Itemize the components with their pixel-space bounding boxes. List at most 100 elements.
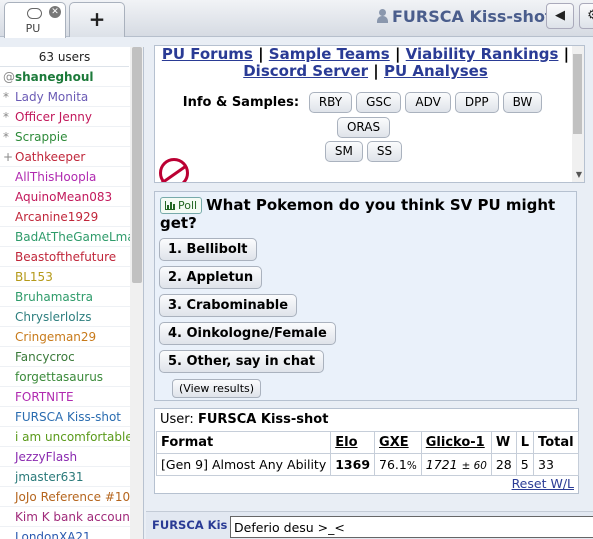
user-name: BL153 bbox=[15, 270, 53, 284]
ladder-row: [Gen 9] Almost Any Ability 1369 76.1% 17… bbox=[155, 453, 579, 476]
col-glicko-label: Glicko-1 bbox=[425, 435, 485, 450]
chat-bar: FURSCA Kiss-shot bbox=[146, 511, 593, 539]
sample-bw-button[interactable]: BW bbox=[502, 92, 543, 113]
col-l: L bbox=[515, 431, 535, 454]
col-total: Total bbox=[533, 431, 579, 454]
user-name: Cringeman29 bbox=[15, 330, 97, 344]
user-name: forgettasaurus bbox=[15, 370, 104, 384]
intro-scroll-thumb[interactable] bbox=[573, 54, 582, 134]
link-pu-forums[interactable]: PU Forums bbox=[162, 46, 253, 63]
user-list-item[interactable]: FURSCA Kiss-shot bbox=[0, 407, 130, 427]
link-viability-rankings[interactable]: Viability Rankings bbox=[406, 46, 559, 63]
row-l: 5 bbox=[515, 453, 535, 476]
user-name: JezzyFlash bbox=[15, 450, 78, 464]
sound-button[interactable]: ◀ bbox=[546, 3, 574, 29]
poll-option-3[interactable]: 3. Crabominable bbox=[159, 294, 298, 317]
new-room-tab[interactable]: + bbox=[69, 2, 125, 37]
user-rank: + bbox=[3, 150, 14, 164]
user-list-item[interactable]: * Officer Jenny bbox=[0, 107, 130, 127]
options-button[interactable]: ⚙ bbox=[579, 3, 593, 29]
close-tab-icon[interactable]: ✕ bbox=[49, 6, 61, 18]
link-pu-analyses[interactable]: PU Analyses bbox=[384, 62, 488, 80]
sample-oras-button[interactable]: ORAS bbox=[336, 117, 391, 138]
user-list-item[interactable]: Cringeman29 bbox=[0, 327, 130, 347]
user-list-item[interactable]: + Oathkeeper bbox=[0, 147, 130, 167]
tab-pu-room[interactable]: ✕ PU bbox=[4, 2, 66, 38]
link-separator: | bbox=[394, 45, 401, 63]
poll-option-1[interactable]: 1. Bellibolt bbox=[159, 238, 257, 261]
sample-ss-button[interactable]: SS bbox=[366, 141, 403, 162]
poll-option-2[interactable]: 2. Appletun bbox=[159, 266, 263, 289]
poll-badge: Poll bbox=[160, 197, 203, 214]
user-list-item[interactable]: LondonXA21 bbox=[0, 527, 130, 539]
samples-label: Info & Samples: bbox=[182, 95, 300, 110]
user-list-item[interactable]: * Lady Monita bbox=[0, 87, 130, 107]
sample-dpp-button[interactable]: DPP bbox=[454, 92, 499, 113]
chat-bubble-icon bbox=[27, 8, 42, 19]
col-glicko[interactable]: Glicko-1 bbox=[420, 431, 492, 454]
user-name: LondonXA21 bbox=[15, 530, 91, 539]
user-name: AquinoMean083 bbox=[15, 190, 113, 204]
link-sample-teams[interactable]: Sample Teams bbox=[269, 46, 390, 63]
row-gxe: 76.1% bbox=[374, 453, 422, 476]
user-name: AllThisHoopla bbox=[15, 170, 97, 184]
user-list-item[interactable]: Kim K bank account bbox=[0, 507, 130, 527]
chat-username[interactable]: FURSCA Kiss-shot bbox=[152, 518, 228, 532]
gear-icon: ⚙ bbox=[587, 8, 593, 23]
header-bar: ✕ PU + FURSCA Kiss-shot ◀ ⚙ bbox=[0, 0, 593, 38]
user-list-item[interactable]: BadAtTheGameLmao bbox=[0, 227, 130, 247]
user-list-item[interactable]: forgettasaurus bbox=[0, 367, 130, 387]
user-list-item[interactable]: Beastofthefuture bbox=[0, 247, 130, 267]
ladder-table: Format Elo GXE Glicko-1 W L Total [Gen 9… bbox=[155, 431, 579, 476]
row-gxe-unit: % bbox=[406, 460, 417, 472]
user-rank: * bbox=[3, 110, 9, 124]
userlist-scroll-thumb[interactable] bbox=[132, 47, 142, 283]
user-list-item[interactable]: AquinoMean083 bbox=[0, 187, 130, 207]
poll-option-4[interactable]: 4. Oinkologne/Female bbox=[159, 322, 336, 345]
bar-chart-icon bbox=[165, 201, 175, 210]
user-name: Beastofthefuture bbox=[15, 250, 117, 264]
reset-wl-link[interactable]: Reset W/L bbox=[512, 476, 574, 491]
user-name: Oathkeeper bbox=[15, 150, 86, 164]
row-glicko: 1721 ± 60 bbox=[420, 453, 492, 476]
view-results-button[interactable]: (View results) bbox=[172, 379, 262, 398]
user-rank: * bbox=[3, 130, 9, 144]
sample-gsc-button[interactable]: GSC bbox=[356, 92, 402, 113]
user-list-item[interactable]: jmaster631 bbox=[0, 467, 130, 487]
user-icon bbox=[377, 9, 388, 23]
user-list-item[interactable]: Arcanine1929 bbox=[0, 207, 130, 227]
scroll-down-arrow-icon[interactable]: ▼ bbox=[576, 170, 582, 179]
col-gxe-label: GXE bbox=[379, 435, 409, 450]
user-list-item[interactable]: Fancycroc bbox=[0, 347, 130, 367]
user-name: FURSCA Kiss-shot bbox=[15, 410, 121, 424]
ladder-username: FURSCA Kiss-shot bbox=[197, 412, 329, 427]
link-separator: | bbox=[373, 62, 379, 80]
user-list-item[interactable]: Bruhamastra bbox=[0, 287, 130, 307]
row-gxe-value: 76.1 bbox=[379, 457, 407, 472]
user-list-item[interactable]: * Scrappie bbox=[0, 127, 130, 147]
user-name: i am uncomfortable bbox=[15, 430, 130, 444]
user-list-item[interactable]: AllThisHoopla bbox=[0, 167, 130, 187]
user-list-item[interactable]: FORTNITE bbox=[0, 387, 130, 407]
user-list-item[interactable]: Chryslerlolzs bbox=[0, 307, 130, 327]
col-elo[interactable]: Elo bbox=[330, 431, 376, 454]
sample-sm-button[interactable]: SM bbox=[324, 141, 363, 162]
user-list-item[interactable]: i am uncomfortable bbox=[0, 427, 130, 447]
row-w: 28 bbox=[490, 453, 517, 476]
user-name: Officer Jenny bbox=[15, 110, 93, 124]
user-list-item[interactable]: JoJo Reference #10 bbox=[0, 487, 130, 507]
user-list-item[interactable]: BL153 bbox=[0, 267, 130, 287]
chat-input[interactable] bbox=[230, 516, 593, 538]
link-discord-server[interactable]: Discord Server bbox=[243, 62, 368, 80]
current-user-button[interactable]: FURSCA Kiss-shot bbox=[377, 7, 553, 26]
tab-label: PU bbox=[25, 22, 41, 35]
col-gxe[interactable]: GXE bbox=[374, 431, 422, 454]
poll-option-5[interactable]: 5. Other, say in chat bbox=[159, 350, 325, 373]
user-list-item[interactable]: @shaneghoul bbox=[0, 67, 130, 87]
sample-adv-button[interactable]: ADV bbox=[405, 92, 451, 113]
user-count[interactable]: 63 users bbox=[0, 47, 129, 67]
user-name: FORTNITE bbox=[15, 390, 74, 404]
user-list-item[interactable]: JezzyFlash bbox=[0, 447, 130, 467]
sample-rby-button[interactable]: RBY bbox=[308, 92, 353, 113]
poll-question: Poll What Pokemon do you think SV PU migh… bbox=[160, 196, 560, 232]
